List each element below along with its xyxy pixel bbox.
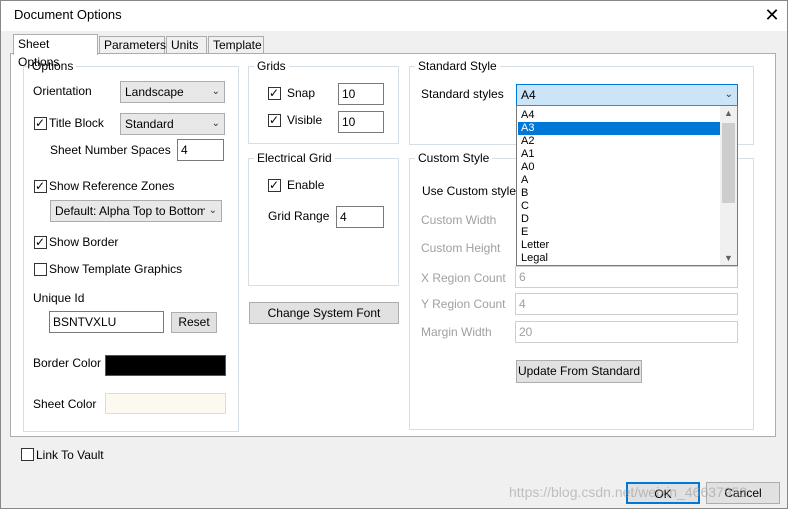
- sheet-number-spaces-input[interactable]: 4: [177, 139, 224, 161]
- sheet-color-swatch[interactable]: [105, 393, 226, 414]
- visible-checkbox[interactable]: ✓: [268, 113, 281, 127]
- enable-grid-label: Enable: [287, 178, 325, 192]
- standard-styles-label: Standard styles: [421, 87, 504, 101]
- title-bar: Document Options ✕: [1, 1, 787, 31]
- dropdown-item-e[interactable]: E: [518, 226, 720, 239]
- tab-units[interactable]: Units: [166, 36, 207, 54]
- checkmark-icon: ✓: [35, 116, 46, 130]
- title-block-select[interactable]: Standard ⌄: [120, 113, 225, 135]
- dropdown-item-a1[interactable]: A1: [518, 148, 720, 161]
- y-region-count-input[interactable]: 4: [515, 293, 738, 315]
- sheet-number-spaces-label: Sheet Number Spaces: [50, 143, 171, 157]
- chevron-up-icon[interactable]: ▲: [720, 106, 737, 120]
- grid-range-label: Grid Range: [268, 209, 330, 223]
- border-color-label: Border Color: [33, 356, 102, 370]
- show-border-label: Show Border: [49, 235, 119, 249]
- tab-template[interactable]: Template: [208, 36, 264, 54]
- document-options-dialog: Document Options ✕ Sheet Options Paramet…: [0, 0, 788, 509]
- use-custom-style-label: Use Custom style: [422, 184, 517, 198]
- custom-width-label: Custom Width: [421, 213, 497, 227]
- scrollbar-thumb[interactable]: [722, 123, 735, 203]
- visible-input[interactable]: 10: [338, 111, 384, 133]
- y-region-count-label: Y Region Count: [421, 297, 506, 311]
- title-block-label: Title Block: [49, 116, 104, 130]
- standard-styles-dropdown[interactable]: A4 A3 A2 A1 A0 A B C D E Letter Legal ▲ …: [516, 105, 738, 266]
- chevron-down-icon: ⌄: [724, 89, 733, 100]
- show-template-graphics-label: Show Template Graphics: [49, 262, 183, 276]
- visible-label: Visible: [287, 113, 323, 127]
- x-region-count-input[interactable]: 6: [515, 266, 738, 288]
- dropdown-item-b[interactable]: B: [518, 187, 720, 200]
- margin-width-label: Margin Width: [421, 325, 492, 339]
- custom-height-label: Custom Height: [421, 241, 501, 255]
- dropdown-item-a2[interactable]: A2: [518, 135, 720, 148]
- chevron-down-icon: ⌄: [208, 205, 217, 216]
- grid-range-input[interactable]: 4: [336, 206, 384, 228]
- close-icon[interactable]: ✕: [758, 3, 786, 29]
- checkmark-icon: ✓: [35, 235, 46, 249]
- snap-input[interactable]: 10: [338, 83, 384, 105]
- show-reference-zones-label: Show Reference Zones: [49, 179, 175, 193]
- title-block-value: Standard: [125, 117, 174, 131]
- checkmark-icon: ✓: [35, 179, 46, 193]
- standard-styles-value: A4: [521, 88, 536, 102]
- unique-id-input[interactable]: BSNTVXLU: [49, 311, 164, 333]
- sheet-color-label: Sheet Color: [33, 397, 97, 411]
- title-block-checkbox[interactable]: ✓: [34, 116, 47, 130]
- tab-parameters[interactable]: Parameters: [99, 36, 166, 54]
- update-from-standard-button[interactable]: Update From Standard: [516, 360, 642, 383]
- show-border-checkbox[interactable]: ✓: [34, 235, 47, 249]
- dropdown-item-letter[interactable]: Letter: [518, 239, 720, 252]
- snap-checkbox[interactable]: ✓: [268, 86, 281, 100]
- orientation-label: Orientation: [33, 84, 92, 98]
- chevron-down-icon: ⌄: [211, 118, 220, 129]
- border-color-swatch[interactable]: [105, 355, 226, 376]
- dropdown-scrollbar[interactable]: ▲ ▼: [720, 106, 737, 265]
- standard-styles-select[interactable]: A4 ⌄: [516, 84, 738, 106]
- snap-label: Snap: [287, 86, 316, 100]
- reset-button[interactable]: Reset: [171, 312, 217, 333]
- dropdown-item-legal[interactable]: Legal: [518, 252, 720, 265]
- reference-zones-select[interactable]: Default: Alpha Top to Bottom ⌄: [50, 200, 222, 222]
- window-title: Document Options: [14, 7, 122, 22]
- margin-width-input[interactable]: 20: [515, 321, 738, 343]
- dropdown-item-c[interactable]: C: [518, 200, 720, 213]
- dropdown-item-d[interactable]: D: [518, 213, 720, 226]
- watermark: https://blog.csdn.net/weixin_46637953: [509, 484, 748, 500]
- show-reference-zones-checkbox[interactable]: ✓: [34, 179, 47, 193]
- link-to-vault-label: Link To Vault: [36, 448, 104, 462]
- enable-grid-checkbox[interactable]: ✓: [268, 178, 281, 192]
- chevron-down-icon: ⌄: [211, 86, 220, 97]
- dropdown-item-a3[interactable]: A3: [518, 122, 720, 135]
- checkmark-icon: ✓: [269, 113, 280, 127]
- electrical-grid-group-title: Electrical Grid: [254, 151, 335, 165]
- orientation-value: Landscape: [125, 85, 184, 99]
- standard-style-group-title: Standard Style: [415, 59, 500, 73]
- dropdown-item-a[interactable]: A: [518, 174, 720, 187]
- link-to-vault-checkbox[interactable]: [21, 448, 34, 461]
- grids-group-title: Grids: [254, 59, 289, 73]
- dropdown-item-a0[interactable]: A0: [518, 161, 720, 174]
- dropdown-item-a4[interactable]: A4: [518, 109, 720, 122]
- show-template-graphics-checkbox[interactable]: [34, 263, 47, 276]
- unique-id-label: Unique Id: [33, 291, 85, 305]
- checkmark-icon: ✓: [269, 178, 280, 192]
- custom-style-group-title: Custom Style: [415, 151, 493, 165]
- checkmark-icon: ✓: [269, 86, 280, 100]
- chevron-down-icon[interactable]: ▼: [720, 251, 737, 265]
- orientation-select[interactable]: Landscape ⌄: [120, 81, 225, 103]
- reference-zones-value: Default: Alpha Top to Bottom: [55, 204, 205, 218]
- change-system-font-button[interactable]: Change System Font: [249, 302, 399, 324]
- x-region-count-label: X Region Count: [421, 271, 506, 285]
- tab-sheet-options[interactable]: Sheet Options: [13, 34, 98, 69]
